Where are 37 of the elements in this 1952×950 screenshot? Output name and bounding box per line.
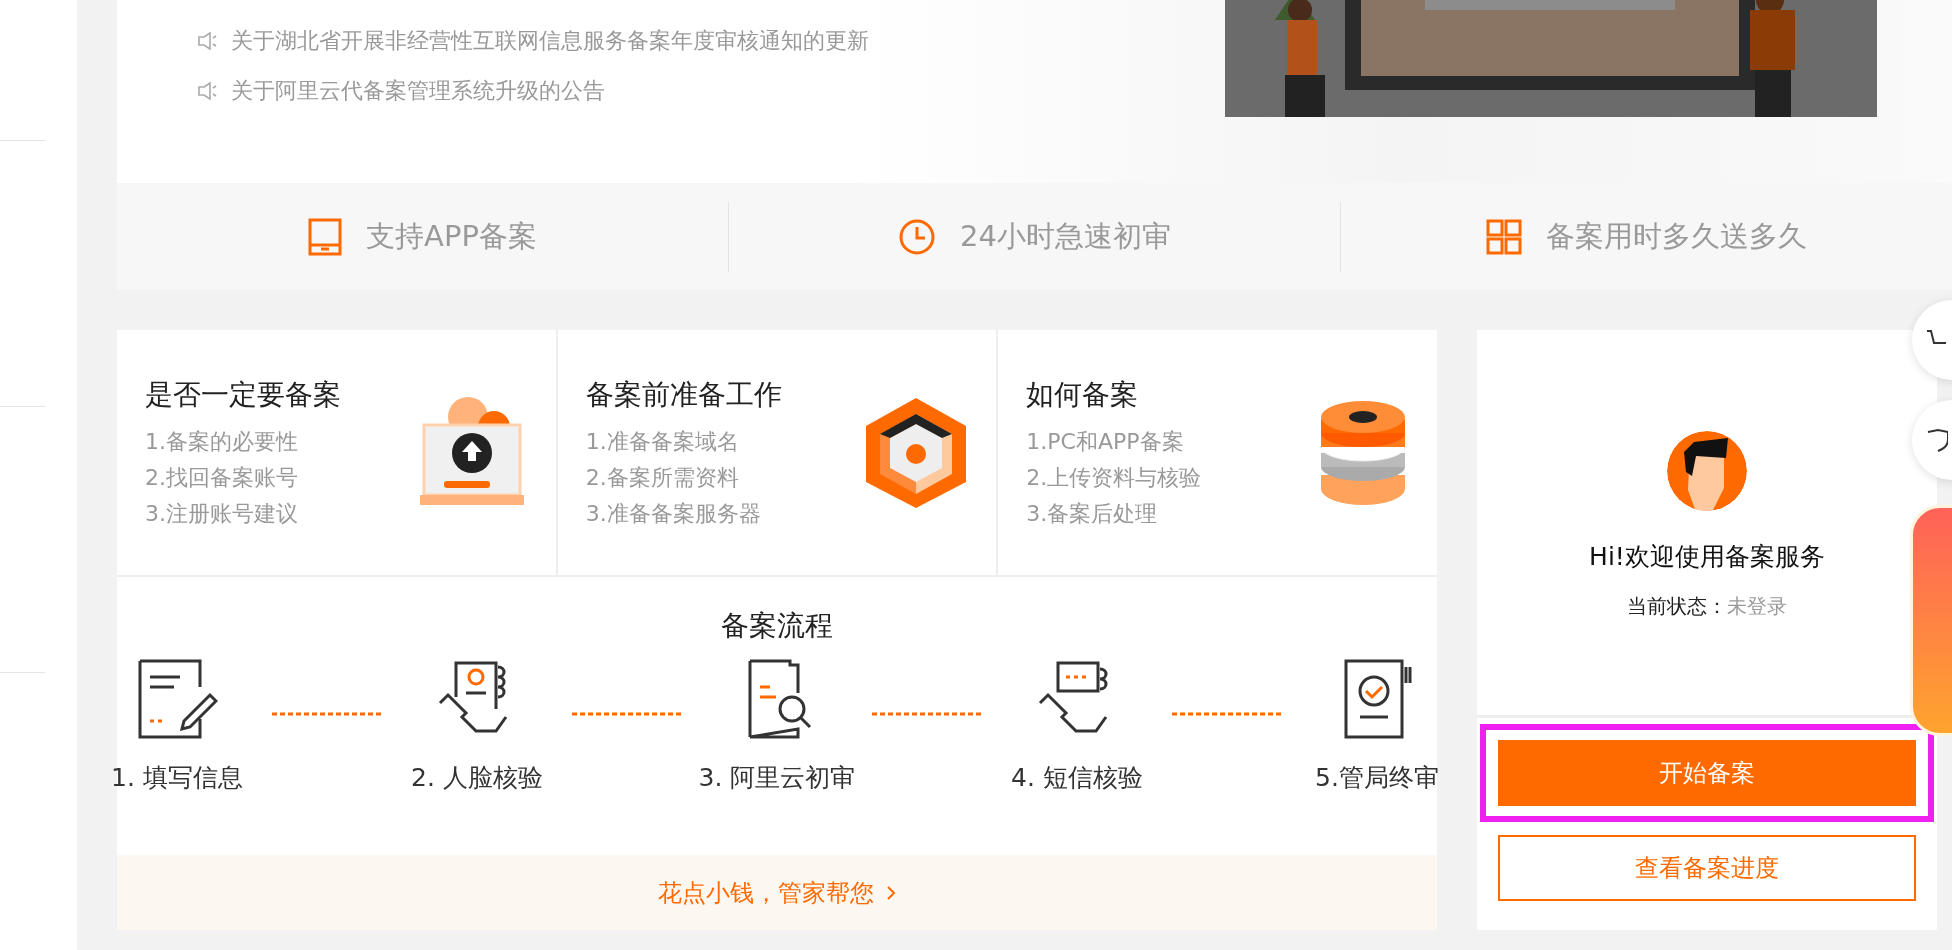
guide-title[interactable]: 备案前准备工作 [585,375,782,414]
announcement-link[interactable]: 关于湖北省开展非经营性互联网信息服务备案年度审核通知的更新 [231,26,869,56]
process-title: 备案流程 [721,608,833,644]
guide-link[interactable]: 3.备案后处理 [1026,497,1202,530]
greeting: Hi!欢迎使用备案服务 [1589,541,1825,573]
step-label: 3. 阿里云初审 [698,762,856,794]
guide-link[interactable]: 3.准备备案服务器 [585,497,782,530]
feature-label: 24小时急速初审 [960,217,1171,255]
guide-link[interactable]: 1.PC和APP备案 [1026,425,1202,458]
feature-label: 支持APP备案 [366,217,537,255]
step-label: 4. 短信核验 [1011,762,1143,794]
hexagon-cube-icon [864,395,969,510]
status-label: 当前状态： [1627,593,1727,620]
announcement-link[interactable]: 关于阿里云代备案管理系统升级的公告 [231,76,605,106]
feature-label: 备案用时多久送多久 [1546,217,1807,255]
progress-button[interactable]: 查看备案进度 [1498,835,1916,901]
status-value: 未登录 [1727,593,1787,620]
start-filing-button[interactable]: 开始备案 [1498,740,1916,806]
guide-link[interactable]: 2.上传资料与核验 [1026,461,1202,494]
guide-link[interactable]: 1.备案的必要性 [145,425,341,458]
speaker-icon [197,81,219,101]
speaker-icon [197,31,219,51]
step-label: 2. 人脸核验 [411,762,543,794]
step-label: 5.管局终审 [1315,762,1439,794]
guide-title[interactable]: 是否一定要备案 [145,375,341,414]
guide-link[interactable]: 2.找回备案账号 [145,461,341,494]
promo-link[interactable]: 花点小钱，管家帮您 [658,876,874,909]
form-pen-icon [136,657,218,741]
guide-link[interactable]: 3.注册账号建议 [145,497,341,530]
chevron-right-icon [886,884,896,901]
grid-icon [1486,218,1522,255]
step-label: 1. 填写信息 [111,762,243,794]
clock-icon [898,217,937,256]
tablet-icon [308,217,343,256]
guide-link[interactable]: 2.备案所需资料 [585,461,782,494]
guide-link[interactable]: 1.准备备案域名 [585,425,782,458]
guide-title[interactable]: 如何备案 [1026,375,1202,414]
